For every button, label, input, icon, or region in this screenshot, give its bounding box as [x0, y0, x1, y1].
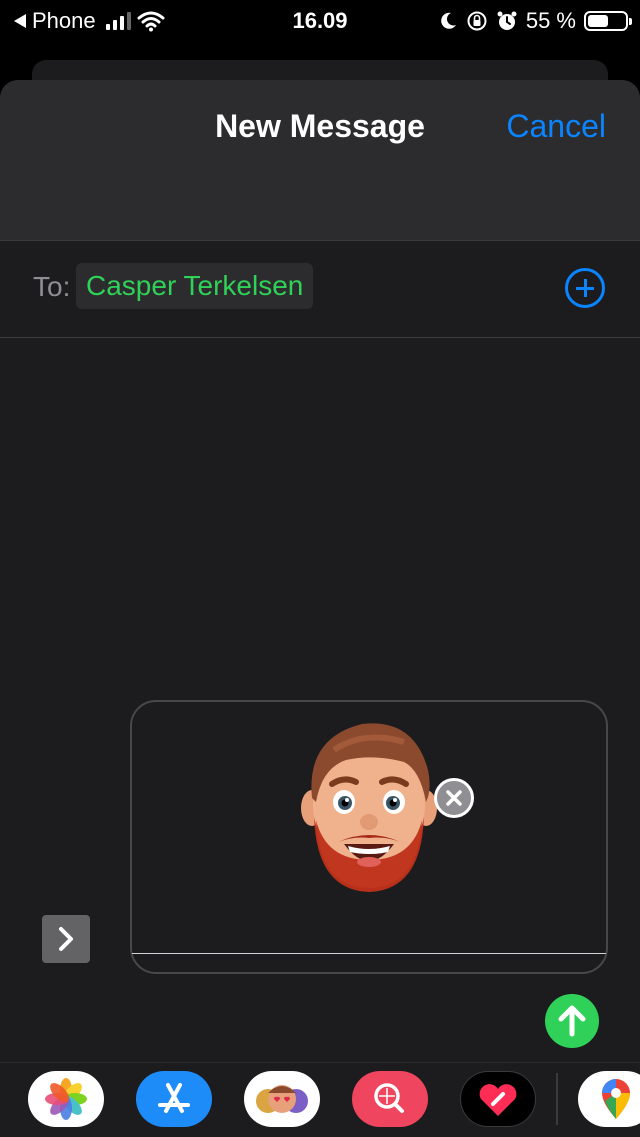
memoji-stickers-icon [256, 1085, 308, 1113]
app-store-button[interactable] [136, 1071, 212, 1127]
arrow-up-icon [558, 1005, 586, 1037]
send-button[interactable] [545, 994, 599, 1048]
cancel-button[interactable]: Cancel [506, 108, 606, 145]
photos-icon [45, 1078, 87, 1120]
recipient-token[interactable]: Casper Terkelsen [76, 263, 314, 309]
memoji-sticker [301, 723, 437, 892]
memoji-stickers-button[interactable] [244, 1071, 320, 1127]
app-store-icon [158, 1083, 190, 1113]
message-compose-field[interactable] [130, 700, 608, 974]
expand-apps-button[interactable] [42, 915, 90, 963]
new-message-sheet: New Message Cancel To: Casper Terkelsen [0, 80, 640, 1136]
image-search-icon [374, 1083, 404, 1113]
moon-icon [441, 12, 456, 29]
battery-icon [584, 11, 632, 31]
digital-touch-button[interactable] [460, 1071, 536, 1127]
chevron-right-icon [59, 927, 73, 951]
maps-app-button[interactable] [578, 1071, 640, 1127]
maps-icon [602, 1079, 630, 1119]
to-field[interactable]: To: Casper Terkelsen [0, 241, 640, 338]
add-contact-button[interactable] [565, 268, 605, 308]
battery-percentage: 55 % [525, 8, 576, 33]
sheet-header: New Message Cancel [0, 80, 640, 241]
image-search-button[interactable] [352, 1071, 428, 1127]
text-input-line [132, 953, 606, 954]
photos-app-button[interactable] [28, 1071, 104, 1127]
orientation-lock-icon [467, 11, 487, 31]
digital-touch-icon [479, 1084, 517, 1116]
app-drawer [0, 1062, 640, 1137]
remove-attachment-button[interactable] [434, 778, 474, 818]
close-icon [446, 790, 462, 806]
to-label: To: [33, 271, 71, 302]
alarm-icon [497, 11, 517, 30]
status-bar: Phone 16.09 55 % [0, 0, 640, 42]
tray-divider [556, 1073, 558, 1125]
